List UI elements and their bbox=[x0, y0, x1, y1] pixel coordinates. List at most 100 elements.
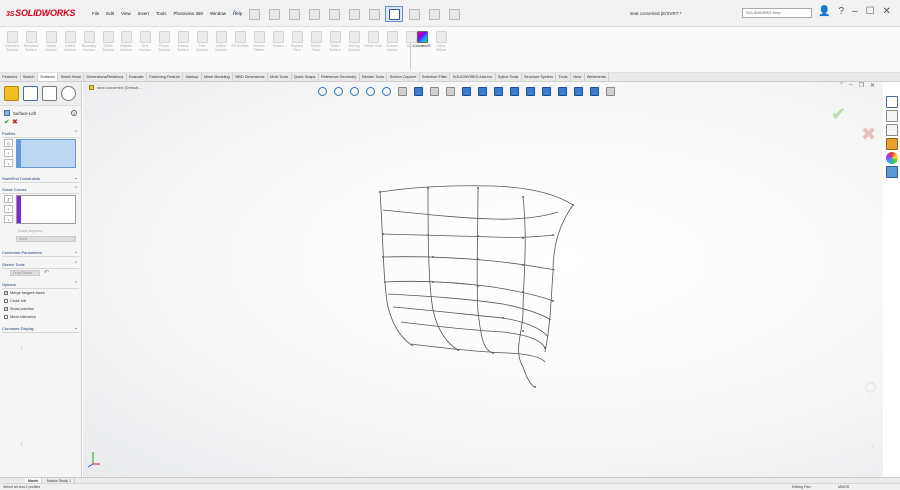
tab-mbd-dimensions[interactable]: MBD Dimensions bbox=[233, 73, 268, 81]
solidworks-resources-icon[interactable] bbox=[886, 96, 898, 108]
undo-icon[interactable] bbox=[345, 6, 363, 22]
maximize-icon[interactable]: ☐ bbox=[866, 6, 875, 17]
tab-quick-snaps[interactable]: Quick Snaps bbox=[292, 73, 319, 81]
command-planar-surface[interactable]: Planar Surface bbox=[155, 31, 173, 52]
ok-button[interactable]: ✔ bbox=[4, 118, 10, 126]
rebuild-icon[interactable] bbox=[405, 6, 423, 22]
command-delete-face[interactable]: Delete Face bbox=[307, 31, 325, 52]
command-boundary-surface[interactable]: Boundary Surface bbox=[80, 31, 98, 52]
cancel-button[interactable]: ✖ bbox=[12, 118, 18, 126]
design-library-icon[interactable] bbox=[886, 110, 898, 122]
menu-tools[interactable]: Tools bbox=[156, 11, 167, 16]
tab-render-tools[interactable]: Render Tools bbox=[360, 73, 388, 81]
option-micro-tolerance[interactable]: Micro tolerance bbox=[4, 315, 36, 319]
command-surface-library[interactable]: Surface Library bbox=[383, 31, 401, 52]
tab-screen-capture[interactable]: Screen Capture bbox=[387, 73, 420, 81]
guide-tangency-select[interactable]: None bbox=[16, 236, 76, 242]
close-icon[interactable]: ✕ bbox=[883, 6, 891, 17]
tab-features[interactable]: Features bbox=[0, 73, 21, 81]
profiles-list[interactable] bbox=[16, 139, 76, 168]
command-lofted-surface[interactable]: Lofted Surface bbox=[61, 31, 79, 52]
open-icon[interactable] bbox=[285, 6, 303, 22]
command-thicken[interactable]: Thicken bbox=[269, 31, 287, 48]
feature-manager-tab-icon[interactable] bbox=[4, 86, 19, 101]
tab-tools[interactable]: Tools bbox=[556, 73, 571, 81]
tab-sheet-metal[interactable]: Sheet Metal bbox=[58, 73, 85, 81]
tab-view[interactable]: View bbox=[571, 73, 585, 81]
command-moving-surface[interactable]: Moving Surface bbox=[345, 31, 363, 52]
configuration-manager-tab-icon[interactable] bbox=[42, 86, 57, 101]
command-zebra-stripes[interactable]: Zebra Stripes bbox=[432, 31, 450, 52]
redo-icon[interactable] bbox=[365, 6, 383, 22]
solidworks-logo[interactable]: 3SSOLIDWORKS bbox=[6, 8, 75, 18]
home-icon[interactable] bbox=[245, 6, 263, 22]
user-icon[interactable]: 👤 bbox=[818, 6, 830, 17]
tab-weldments[interactable]: Weldments bbox=[585, 73, 610, 81]
option-close-loft[interactable]: Close loft bbox=[4, 299, 26, 303]
minimize-icon[interactable]: – bbox=[852, 6, 858, 17]
menu-window[interactable]: Window bbox=[210, 11, 226, 16]
move-up-icon[interactable]: ↑ bbox=[4, 149, 13, 157]
command-extruded-surface[interactable]: Extruded Surface bbox=[3, 31, 21, 52]
start-end-constraints-header[interactable]: Start/End Constraints ⌄ bbox=[2, 175, 79, 183]
tab-surfaces[interactable]: Surfaces bbox=[37, 73, 59, 81]
tab-reference-geometry[interactable]: Reference Geometry bbox=[319, 73, 360, 81]
search-input[interactable]: SOLIDWORKS Help bbox=[742, 8, 812, 18]
command-trim-surface[interactable]: Trim Surface bbox=[193, 31, 211, 52]
checkbox[interactable] bbox=[4, 299, 8, 303]
save-icon[interactable] bbox=[305, 6, 323, 22]
option-merge-tangent[interactable]: ✓ Merge tangent faces bbox=[4, 291, 45, 295]
command-knit-surface[interactable]: Knit Surface bbox=[136, 31, 154, 52]
options-header[interactable]: Options ⌃ bbox=[2, 281, 79, 289]
view-palette-icon[interactable] bbox=[886, 138, 898, 150]
status-units[interactable]: MMGS bbox=[838, 485, 849, 489]
command-offset-surface[interactable]: Offset Surface bbox=[99, 31, 117, 52]
checkbox[interactable]: ✓ bbox=[4, 307, 8, 311]
option-show-preview[interactable]: ✓ Show preview bbox=[4, 307, 34, 311]
tab-evaluate[interactable]: Evaluate bbox=[127, 73, 147, 81]
options-gear-icon[interactable] bbox=[445, 6, 463, 22]
command-fill-surface[interactable]: Fill Surface bbox=[231, 31, 249, 48]
file-properties-icon[interactable] bbox=[425, 6, 443, 22]
help-icon[interactable]: ? bbox=[838, 6, 844, 17]
menu-insert[interactable]: Insert bbox=[138, 11, 149, 16]
menu-edit[interactable]: Edit bbox=[106, 11, 114, 16]
tab-structure-system[interactable]: Structure System bbox=[522, 73, 557, 81]
command-ruled-surface[interactable]: Ruled Surface bbox=[326, 31, 344, 52]
pin-icon[interactable]: ✎ bbox=[233, 9, 238, 16]
appearances-icon[interactable] bbox=[886, 152, 898, 164]
guide-curves-header[interactable]: Guide Curves ⌃ bbox=[2, 186, 79, 194]
move-up-icon[interactable]: ↑ bbox=[4, 205, 13, 213]
tab-mold-tools[interactable]: Mold Tools bbox=[268, 73, 292, 81]
tab-markup[interactable]: Markup bbox=[183, 73, 202, 81]
tab-mesh-modeling[interactable]: Mesh Modeling bbox=[202, 73, 233, 81]
tab-sketch[interactable]: Sketch bbox=[21, 73, 38, 81]
menu-view[interactable]: View bbox=[121, 11, 131, 16]
drag-sketch-button[interactable]: Drag Sketch bbox=[10, 270, 40, 276]
loft-wireframe[interactable] bbox=[83, 82, 883, 477]
select-icon[interactable] bbox=[385, 6, 403, 22]
help-icon[interactable]: ? bbox=[71, 110, 77, 116]
checkbox[interactable] bbox=[4, 315, 8, 319]
custom-properties-icon[interactable] bbox=[886, 166, 898, 178]
undo-sketch-icon[interactable]: ↶ bbox=[44, 269, 49, 276]
tab-spline-tools[interactable]: Spline Tools bbox=[496, 73, 522, 81]
command-replace-face[interactable]: Replace Face bbox=[288, 31, 306, 52]
curvature-display-header[interactable]: Curvature Display ⌄ bbox=[2, 325, 79, 333]
dimxpert-tab-icon[interactable] bbox=[61, 86, 76, 101]
tab-solidworks-add-ins[interactable]: SOLIDWORKS Add-Ins bbox=[450, 73, 496, 81]
sketch-tools-header[interactable]: Sketch Tools ⌃ bbox=[2, 261, 79, 269]
command-delete-hole[interactable]: Delete Hole bbox=[364, 31, 382, 48]
chevron-left-icon[interactable]: ‹ bbox=[20, 438, 23, 449]
command-radiate-surface[interactable]: Radiate Surface bbox=[117, 31, 135, 52]
menu-photoview[interactable]: Photoview 360 bbox=[174, 11, 204, 16]
command-revolved-surface[interactable]: Revolved Surface bbox=[22, 31, 40, 52]
chevron-right-icon[interactable]: › bbox=[20, 342, 23, 353]
command-surface-flatten[interactable]: Surface Flatten bbox=[250, 31, 268, 52]
property-manager-tab-icon[interactable] bbox=[23, 86, 38, 101]
command-extend-surface[interactable]: Extend Surface bbox=[174, 31, 192, 52]
command-untrim-surface[interactable]: Untrim Surface bbox=[212, 31, 230, 52]
command-swept-surface[interactable]: Swept Surface bbox=[42, 31, 60, 52]
tab-fastening-feature[interactable]: Fastening Feature bbox=[147, 73, 184, 81]
profiles-section-header[interactable]: Profiles ⌃ bbox=[2, 130, 79, 138]
